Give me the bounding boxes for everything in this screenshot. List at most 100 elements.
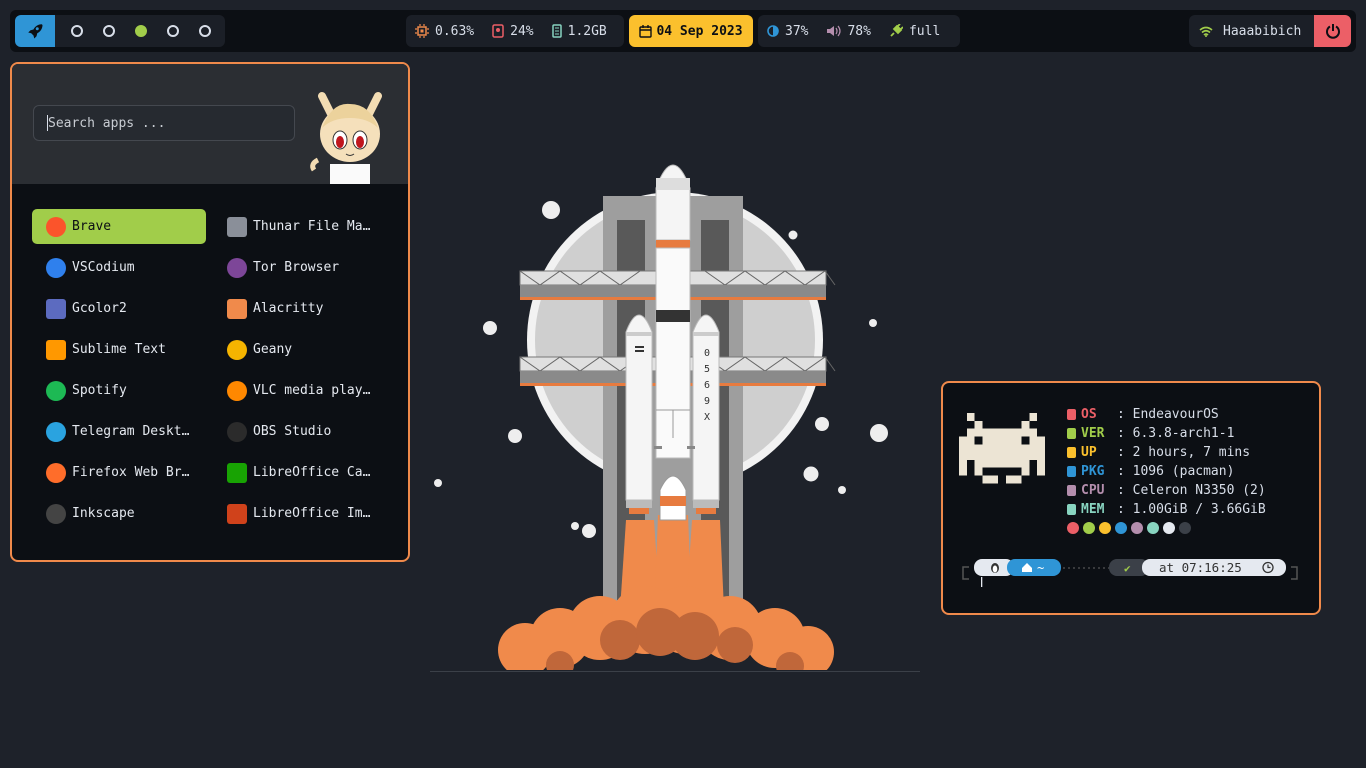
- palette-swatch: [1179, 522, 1191, 534]
- volume-stat[interactable]: 78%: [826, 24, 871, 39]
- fetch-separator: :: [1117, 502, 1133, 517]
- calendar-icon: [639, 24, 653, 38]
- app-item[interactable]: OBS Studio: [213, 414, 387, 449]
- prompt-dir: ~: [1037, 561, 1044, 575]
- device-stats: 37% 78% full: [758, 15, 960, 47]
- fetch-key: VER: [1081, 426, 1105, 441]
- workspace-3[interactable]: [135, 25, 147, 37]
- app-label: Inkscape: [72, 506, 135, 521]
- launcher-header: Search apps ...: [12, 64, 408, 184]
- fetch-separator: :: [1117, 426, 1133, 441]
- prompt-status: ✔: [1124, 562, 1131, 575]
- prompt-time: at 07:16:25: [1159, 560, 1242, 575]
- app-launcher: Search apps ... Brave Thunar File Ma… VSCo…: [10, 62, 410, 562]
- app-label: Geany: [253, 342, 293, 357]
- app-item[interactable]: Geany: [213, 332, 387, 367]
- vlc-icon: [227, 380, 247, 401]
- rocket-label-char: 5: [704, 364, 710, 375]
- inkscape-icon: [46, 503, 66, 524]
- workspace-4[interactable]: [167, 25, 179, 37]
- fetch-key: MEM: [1081, 502, 1105, 517]
- palette-swatch: [1067, 522, 1079, 534]
- fetch-value: 1.00GiB / 3.66GiB: [1132, 502, 1266, 517]
- tux-icon: [991, 563, 999, 573]
- power-button[interactable]: [1314, 15, 1351, 47]
- terminal-window[interactable]: OS: EndeavourOS VER: 6.3.8-arch1-1 UP: 2 h…: [941, 381, 1321, 615]
- app-item[interactable]: Inkscape: [32, 496, 206, 531]
- app-item[interactable]: VLC media play…: [213, 373, 387, 408]
- vscodium-icon: [46, 257, 66, 278]
- battery-stat: full: [889, 24, 940, 39]
- brightness-stat[interactable]: 37%: [767, 24, 808, 39]
- app-item[interactable]: Gcolor2: [32, 291, 206, 326]
- app-item[interactable]: Brave: [32, 209, 206, 244]
- telegram-icon: [46, 421, 66, 442]
- network-widget[interactable]: Haaabibich: [1189, 15, 1314, 47]
- workspace-1[interactable]: [71, 25, 83, 37]
- app-item[interactable]: Alacritty: [213, 291, 387, 326]
- palette-swatch: [1131, 522, 1143, 534]
- fetch-separator: :: [1117, 445, 1133, 460]
- tor-icon: [227, 257, 247, 278]
- cpu-value: 0.63%: [435, 23, 475, 39]
- launcher-button[interactable]: [15, 15, 55, 47]
- libreoffice-impress-icon: [227, 503, 247, 524]
- brightness-icon: [767, 25, 779, 37]
- ver-icon: [1067, 428, 1076, 439]
- search-input[interactable]: Search apps ...: [33, 105, 295, 141]
- fetch-key: UP: [1081, 445, 1097, 460]
- firefox-icon: [46, 462, 66, 483]
- gcolor-icon: [46, 298, 66, 319]
- app-item[interactable]: LibreOffice Im…: [213, 496, 387, 531]
- fetch-key: OS: [1081, 407, 1097, 422]
- brave-icon: [46, 216, 66, 237]
- app-item[interactable]: Thunar File Ma…: [213, 209, 387, 244]
- app-item[interactable]: VSCodium: [32, 250, 206, 285]
- rocket-icon: [28, 24, 43, 39]
- app-label: LibreOffice Ca…: [253, 465, 371, 480]
- spotify-icon: [46, 380, 66, 401]
- wifi-icon: [1199, 26, 1213, 37]
- app-item[interactable]: Tor Browser: [213, 250, 387, 285]
- fetch-value: 2 hours, 7 mins: [1132, 445, 1251, 460]
- cpu-icon: [1067, 485, 1076, 496]
- app-item[interactable]: Telegram Deskt…: [32, 414, 206, 449]
- top-bar: 0.63% 24% 1.2GB 04 Sep 2023 37% 78% full: [0, 0, 1366, 52]
- fetch-separator: :: [1117, 464, 1133, 479]
- app-label: Tor Browser: [253, 260, 340, 275]
- cpu-icon: [415, 24, 429, 38]
- libreoffice-calc-icon: [227, 462, 247, 483]
- workspace-2[interactable]: [103, 25, 115, 37]
- fetch-value: Celeron N3350 (2): [1132, 483, 1266, 498]
- workspace-5[interactable]: [199, 25, 211, 37]
- app-label: Firefox Web Br…: [72, 465, 190, 480]
- fetch-row: VER: 6.3.8-arch1-1: [1067, 424, 1266, 443]
- os-icon: [1067, 409, 1076, 420]
- app-label: Telegram Deskt…: [72, 424, 190, 439]
- system-stats: 0.63% 24% 1.2GB: [406, 15, 624, 47]
- mem-icon: [1067, 504, 1076, 515]
- terminal-cursor: [981, 577, 983, 587]
- app-item[interactable]: Firefox Web Br…: [32, 455, 206, 490]
- app-item[interactable]: Spotify: [32, 373, 206, 408]
- fetch-row: CPU: Celeron N3350 (2): [1067, 481, 1266, 500]
- workspaces: [55, 15, 225, 47]
- app-label: VSCodium: [72, 260, 135, 275]
- app-item[interactable]: Sublime Text: [32, 332, 206, 367]
- fetch-value: 6.3.8-arch1-1: [1132, 426, 1235, 441]
- app-label: Sublime Text: [72, 342, 166, 357]
- plug-icon: [889, 24, 903, 38]
- disk-stat: 24%: [492, 24, 534, 39]
- palette-swatch: [1163, 522, 1175, 534]
- palette-swatch: [1099, 522, 1111, 534]
- fetch-row: OS: EndeavourOS: [1067, 405, 1266, 424]
- palette-swatch: [1147, 522, 1159, 534]
- battery-value: full: [908, 23, 941, 39]
- fetch-row: UP: 2 hours, 7 mins: [1067, 443, 1266, 462]
- app-label: VLC media play…: [253, 383, 371, 398]
- palette-swatch: [1115, 522, 1127, 534]
- date-widget[interactable]: 04 Sep 2023: [629, 15, 753, 47]
- rocket-label-char: X: [704, 412, 710, 423]
- rocket-label-char: 6: [704, 380, 710, 391]
- app-item[interactable]: LibreOffice Ca…: [213, 455, 387, 490]
